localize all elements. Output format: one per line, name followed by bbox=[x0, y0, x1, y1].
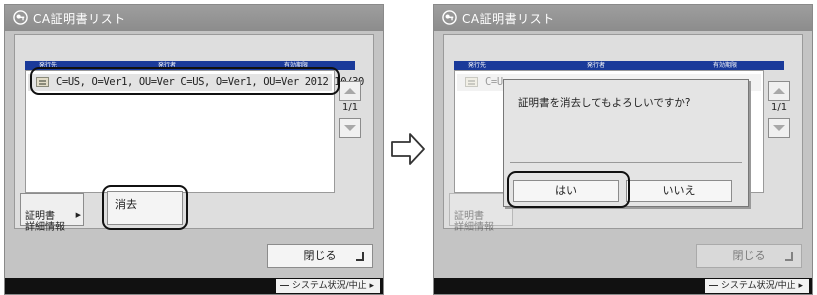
next-step-arrow-icon bbox=[391, 133, 425, 165]
certificate-icon bbox=[36, 77, 49, 87]
confirm-dialog: 証明書を消去してもよろしいですか? はい いいえ bbox=[503, 79, 749, 207]
yes-button[interactable]: はい bbox=[513, 180, 619, 202]
system-status-label: システム状況/中止 bbox=[720, 281, 796, 291]
screen-delete-confirm: CA証明書リスト 発行先 発行者 有効期限 C=U 1/1 証明書 詳細情報 閉… bbox=[433, 4, 813, 295]
page-title: CA証明書リスト bbox=[33, 12, 126, 26]
key-icon bbox=[442, 10, 457, 25]
close-label: 閉じる bbox=[732, 249, 766, 262]
status-bar: システム状況/中止 ▸ bbox=[5, 278, 383, 294]
scroll-down-button bbox=[768, 118, 790, 138]
close-label: 閉じる bbox=[303, 249, 337, 262]
title-bar: CA証明書リスト bbox=[434, 5, 812, 31]
system-status-button[interactable]: システム状況/中止 ▸ bbox=[275, 279, 380, 293]
column-header-issuer: 発行者 bbox=[587, 62, 606, 69]
row-text: C=US, O=Ver1, OU=Ver C=US, O=Ver1, OU=Ve… bbox=[56, 76, 364, 88]
column-header-issuer[interactable]: 発行者 bbox=[144, 61, 270, 70]
system-status-label: システム状況/中止 bbox=[291, 281, 367, 291]
cert-details-button[interactable]: 証明書 詳細情報 ▶ bbox=[20, 193, 84, 233]
system-status-button[interactable]: システム状況/中止 ▸ bbox=[704, 279, 809, 293]
page-title: CA証明書リスト bbox=[462, 12, 555, 26]
cert-details-label: 証明書 詳細情報 bbox=[454, 211, 494, 233]
scroll-up-button bbox=[768, 81, 790, 101]
page-indicator: 1/1 bbox=[342, 102, 359, 113]
arrow-up-icon bbox=[773, 88, 785, 94]
certificate-icon bbox=[465, 77, 478, 87]
status-line-icon bbox=[279, 285, 289, 286]
column-header-expiry[interactable]: 有効期限 bbox=[270, 61, 354, 70]
no-button[interactable]: いいえ bbox=[626, 180, 732, 202]
arrow-down-icon bbox=[773, 125, 785, 131]
dialog-divider bbox=[510, 162, 742, 163]
column-header-issued-to[interactable]: 発行先 bbox=[25, 61, 144, 70]
close-button: 閉じる bbox=[696, 244, 802, 268]
scroll-down-button[interactable] bbox=[339, 118, 361, 138]
triangle-right-icon: ▶ bbox=[75, 211, 81, 219]
return-icon bbox=[356, 252, 364, 261]
title-bar: CA証明書リスト bbox=[5, 5, 383, 31]
screen-cert-list: CA証明書リスト 発行先 発行者 有効期限 C=US, O=Ver1, OU=V… bbox=[4, 4, 384, 295]
cert-list: C=US, O=Ver1, OU=Ver C=US, O=Ver1, OU=Ve… bbox=[25, 70, 364, 193]
status-line-icon bbox=[708, 285, 718, 286]
scroll-up-button[interactable] bbox=[339, 81, 361, 101]
return-icon bbox=[785, 252, 793, 261]
column-header-expiry: 有効期限 bbox=[713, 62, 738, 69]
row-text: C=U bbox=[485, 76, 503, 88]
table-header: 発行先 発行者 有効期限 bbox=[25, 61, 355, 70]
cert-details-label: 証明書 詳細情報 bbox=[25, 211, 65, 233]
arrow-up-icon bbox=[344, 88, 356, 94]
table-row[interactable]: C=US, O=Ver1, OU=Ver C=US, O=Ver1, OU=Ve… bbox=[28, 74, 364, 91]
column-header-issued-to: 発行先 bbox=[468, 62, 487, 69]
dialog-message: 証明書を消去してもよろしいですか? bbox=[518, 97, 691, 109]
key-icon bbox=[13, 10, 28, 25]
arrow-down-icon bbox=[344, 125, 356, 131]
delete-button[interactable]: 消去 bbox=[107, 191, 183, 225]
page-indicator: 1/1 bbox=[771, 102, 788, 113]
close-button[interactable]: 閉じる bbox=[267, 244, 373, 268]
status-bar: システム状況/中止 ▸ bbox=[434, 278, 812, 294]
table-header: 発行先 発行者 有効期限 bbox=[454, 61, 784, 70]
